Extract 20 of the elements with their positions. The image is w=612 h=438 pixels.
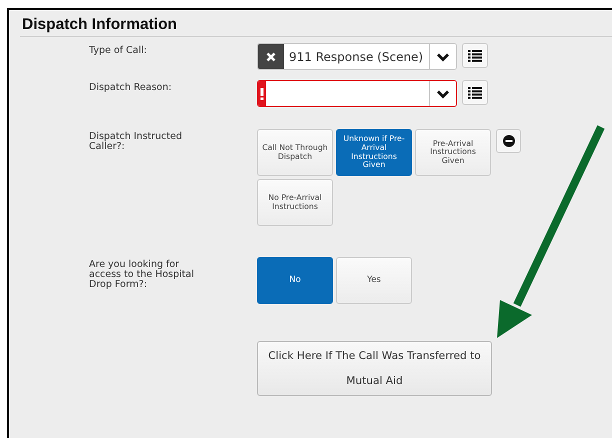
section-title: Dispatch Information: [20, 10, 612, 37]
error-icon: [258, 81, 266, 106]
list-button[interactable]: [462, 80, 488, 105]
field-label: Are you looking for access to the Hospital Drop Form?:: [89, 258, 195, 290]
mutual-aid-button[interactable]: Click Here If The Call Was Transferred to Mutual Aid: [257, 341, 492, 396]
select-field[interactable]: 911 Response (Scene): [257, 43, 457, 70]
chevron-down-icon[interactable]: [429, 81, 456, 106]
option-button[interactable]: No: [257, 257, 333, 304]
remove-button[interactable]: [496, 129, 521, 153]
field-label: Type of Call:: [89, 44, 148, 56]
list-button[interactable]: [462, 43, 488, 68]
clear-icon[interactable]: [258, 44, 284, 69]
list-icon: [468, 86, 482, 98]
list-icon: [468, 50, 482, 62]
chevron-down-icon[interactable]: [429, 44, 456, 69]
field-label: Dispatch Instructed Caller?:: [89, 130, 183, 152]
field-label: Dispatch Reason:: [89, 81, 173, 93]
select-field[interactable]: [257, 80, 457, 107]
option-button[interactable]: Yes: [336, 257, 412, 304]
minus-circle-icon: [502, 135, 514, 147]
